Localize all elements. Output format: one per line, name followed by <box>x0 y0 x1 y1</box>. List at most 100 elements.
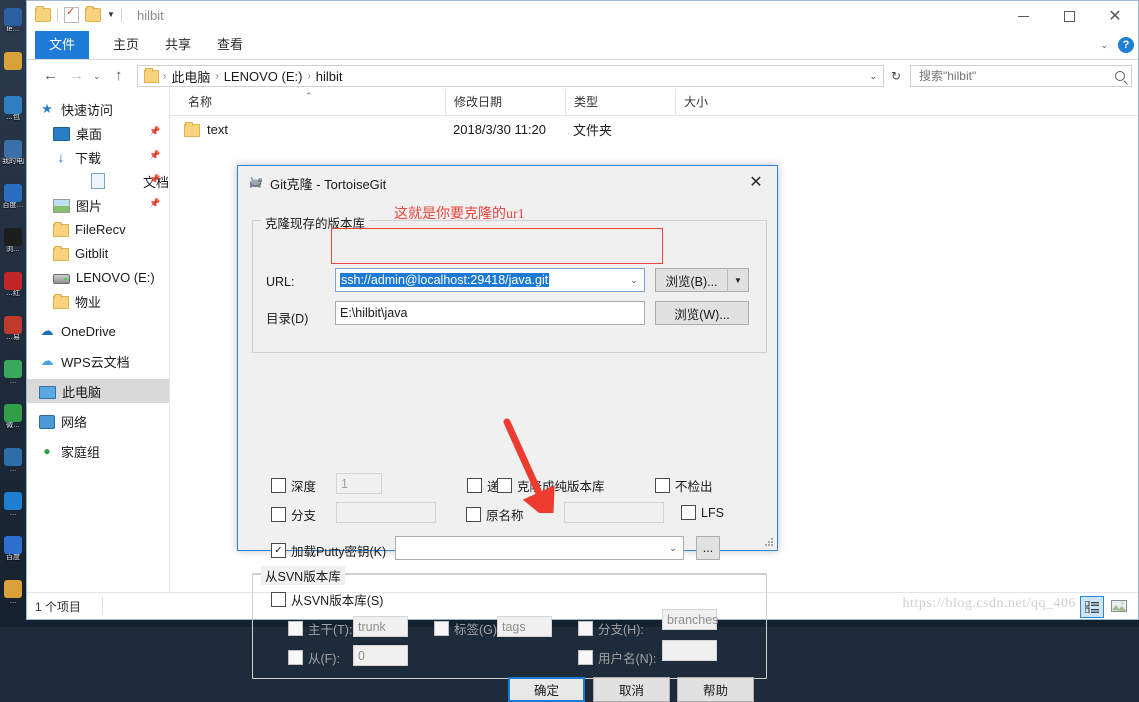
pin-icon[interactable]: 📌 <box>149 198 160 210</box>
up-button[interactable]: ↑ <box>115 68 123 83</box>
sidebar-item-[interactable]: 网络 <box>27 409 169 433</box>
search-field[interactable] <box>917 68 1115 84</box>
list-view-button[interactable] <box>1080 596 1104 618</box>
browse-w-button[interactable]: 浏览(W)... <box>655 301 749 325</box>
browse-b-dropdown-button[interactable]: ▼ <box>727 268 749 292</box>
desktop-icon[interactable]: 百度 <box>2 536 24 570</box>
large-icons-view-button[interactable] <box>1108 596 1130 616</box>
sidebar-item-[interactable]: ↓ 下载 📌 <box>27 145 169 169</box>
close-button[interactable]: ✕ <box>1092 1 1138 31</box>
desktop-icon[interactable]: …易 <box>2 316 24 350</box>
sidebar-item-[interactable]: 文档 📌 <box>27 169 169 193</box>
dialog-close-button[interactable]: ✕ <box>735 166 777 197</box>
tab-home[interactable]: 主页 <box>99 31 153 59</box>
refresh-button[interactable]: ↻ <box>886 65 906 87</box>
from-svn-checkbox[interactable]: 从SVN版本库(S) <box>271 590 383 609</box>
sidebar-item-label: Gitblit <box>75 245 109 261</box>
ok-button[interactable]: 确定 <box>508 677 585 702</box>
chevron-down-icon[interactable]: ▼ <box>107 11 115 19</box>
tags-checkbox[interactable]: 标签(G): <box>434 619 501 638</box>
sidebar-item-[interactable]: 此电脑 <box>27 379 169 403</box>
depth-checkbox[interactable]: 深度 <box>271 476 316 495</box>
help-button[interactable]: 帮助 <box>677 677 754 702</box>
properties-icon[interactable] <box>64 5 79 23</box>
no-checkout-checkbox[interactable]: 不检出 <box>655 476 713 495</box>
browse-b-button[interactable]: 浏览(B)... <box>655 268 727 292</box>
sidebar-item-onedrive[interactable]: ☁ OneDrive <box>27 319 169 343</box>
recent-locations-button[interactable]: ⌄ <box>93 72 101 81</box>
forward-button[interactable]: → <box>69 68 84 83</box>
from-rev-input[interactable]: 0 <box>353 645 408 666</box>
sidebar-item-[interactable]: ● 家庭组 <box>27 439 169 463</box>
desktop-icon[interactable] <box>2 52 24 86</box>
svn-branch-checkbox[interactable]: 分支(H): <box>578 619 644 638</box>
desktop-icon[interactable]: …包 <box>2 96 24 130</box>
chevron-down-icon[interactable]: ⌄ <box>663 543 683 554</box>
branch-input[interactable] <box>336 502 436 523</box>
desktop-icon[interactable]: 微… <box>2 404 24 438</box>
breadcrumb[interactable]: › 此电脑 › LENOVO (E:) › hilbit ⌄ <box>137 65 884 87</box>
minimize-button[interactable] <box>1000 1 1046 31</box>
column-header-2[interactable]: 类型 <box>565 89 675 115</box>
breadcrumb-separator: › <box>307 70 311 82</box>
depth-input[interactable]: 1 <box>336 473 382 494</box>
bare-clone-checkbox[interactable]: 克隆成纯版本库 <box>497 476 605 495</box>
chevron-down-icon[interactable]: ⌄ <box>624 275 644 286</box>
desktop-icon[interactable]: … <box>2 492 24 526</box>
desktop-icon[interactable]: … <box>2 360 24 394</box>
breadcrumb-item-hilbit[interactable]: hilbit <box>313 69 346 84</box>
desktop-icon[interactable]: 浏… <box>2 228 24 262</box>
desktop-icon[interactable]: te… <box>2 8 24 42</box>
column-header-1[interactable]: 修改日期 <box>445 89 565 115</box>
username-checkbox[interactable]: 用户名(N): <box>578 648 656 667</box>
pin-icon[interactable]: 📌 <box>149 174 160 186</box>
breadcrumb-item-lenovo-e[interactable]: LENOVO (E:) <box>221 69 306 84</box>
from-rev-checkbox[interactable]: 从(F): <box>288 648 340 667</box>
lfs-checkbox[interactable]: LFS <box>681 505 724 520</box>
quick-access-toolbar[interactable]: ▼ <box>35 5 122 23</box>
cancel-button[interactable]: 取消 <box>593 677 670 702</box>
url-selected-text: ssh://admin@localhost:29418/java.git <box>340 273 550 287</box>
column-header-3[interactable]: 大小 <box>675 89 760 115</box>
origin-name-input[interactable] <box>564 502 664 523</box>
maximize-button[interactable] <box>1046 1 1092 31</box>
tab-file[interactable]: 文件 <box>35 31 90 59</box>
desktop-icon[interactable]: …红 <box>2 272 24 306</box>
directory-input[interactable]: E:\hilbit\java <box>335 301 645 325</box>
desktop-icon[interactable]: … <box>2 580 24 614</box>
desktop-icon[interactable]: 我的电脑 <box>2 140 24 174</box>
desktop-icon-label: …包 <box>6 114 20 121</box>
table-row[interactable]: text 2018/3/30 11:20 文件夹 <box>170 116 1138 142</box>
resize-grip-icon[interactable] <box>764 537 774 547</box>
search-input[interactable] <box>910 65 1132 87</box>
sidebar-item-gitblit[interactable]: Gitblit <box>27 241 169 265</box>
pin-icon[interactable]: 📌 <box>149 150 160 162</box>
sidebar-item-[interactable]: 物业 <box>27 289 169 313</box>
trunk-checkbox[interactable]: 主干(T): <box>288 619 352 638</box>
folder-icon <box>53 246 69 261</box>
putty-key-combobox[interactable]: ⌄ <box>395 536 684 560</box>
pin-icon[interactable]: 📌 <box>149 126 160 138</box>
desktop-icon[interactable]: … <box>2 448 24 482</box>
sidebar-item-wps[interactable]: ☁ WPS云文档 <box>27 349 169 373</box>
sidebar-item-filerecv[interactable]: FileRecv <box>27 217 169 241</box>
breadcrumb-item-this-pc[interactable]: 此电脑 <box>168 67 213 86</box>
help-icon[interactable]: ? <box>1118 37 1134 53</box>
back-button[interactable]: ← <box>43 68 58 83</box>
branch-checkbox[interactable]: 分支 <box>271 505 316 524</box>
desktop-icon[interactable]: 百度… <box>2 184 24 218</box>
tab-view[interactable]: 查看 <box>203 31 257 59</box>
username-input[interactable] <box>662 640 717 661</box>
chevron-down-icon[interactable]: ⌄ <box>869 71 877 82</box>
chevron-down-icon[interactable]: ⌄ <box>1100 40 1108 51</box>
sidebar-item-[interactable]: 图片 📌 <box>27 193 169 217</box>
putty-key-browse-button[interactable]: ... <box>696 536 720 560</box>
url-combobox[interactable]: ssh://admin@localhost:29418/java.git ⌄ <box>335 268 645 292</box>
sidebar-item-[interactable]: 桌面 📌 <box>27 121 169 145</box>
sidebar-item-lenovo-e[interactable]: LENOVO (E:) <box>27 265 169 289</box>
sidebar-item-[interactable]: ★ 快速访问 <box>27 97 169 121</box>
tab-share[interactable]: 共享 <box>151 31 205 59</box>
origin-name-checkbox[interactable]: 原名称 <box>466 505 524 524</box>
new-folder-icon[interactable] <box>85 6 101 22</box>
putty-key-checkbox[interactable]: ✓ 加载Putty密钥(K) <box>271 541 386 560</box>
